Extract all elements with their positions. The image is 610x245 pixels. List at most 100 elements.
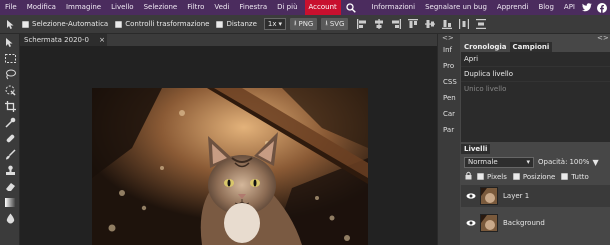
align-bottom-icon[interactable]	[441, 18, 453, 30]
align-center-h-icon[interactable]	[373, 18, 385, 30]
eraser-tool-button[interactable]	[0, 178, 20, 194]
menu-apprendi[interactable]: Apprendi	[492, 0, 534, 15]
chevron-down-icon: ▾	[278, 20, 283, 28]
scale-select[interactable]: 1x ▾	[263, 18, 287, 30]
brush-panel-button[interactable]: Pen	[438, 90, 460, 106]
account-button[interactable]: Account	[304, 0, 341, 15]
distances-option[interactable]: Distanze	[216, 20, 257, 28]
lock-icon	[465, 171, 472, 182]
menu-bar: File Modifica Immagine Livello Selezione…	[0, 0, 610, 15]
cat-photo-image	[92, 88, 368, 245]
twitter-icon[interactable]	[580, 0, 593, 15]
canvas-area[interactable]	[20, 46, 437, 245]
menu-vedi[interactable]: Vedi	[209, 0, 234, 15]
blur-tool-button[interactable]	[0, 210, 20, 226]
brush-icon	[5, 148, 16, 159]
distribute-v-icon[interactable]	[475, 18, 487, 30]
lock-pixels-option[interactable]: Pixels	[477, 173, 507, 181]
lock-pixels-checkbox[interactable]	[477, 173, 484, 180]
scale-value: 1x	[267, 20, 277, 28]
document-tab-bar: Schermata 2020-0 ×	[20, 34, 437, 46]
marquee-tool-button[interactable]	[0, 50, 20, 66]
lock-position-checkbox[interactable]	[512, 173, 520, 180]
lasso-tool-button[interactable]	[0, 66, 20, 82]
transform-controls-option[interactable]: Controlli trasformazione	[115, 20, 209, 28]
align-left-icon[interactable]	[356, 18, 368, 30]
crop-tool-button[interactable]	[0, 98, 20, 114]
gradient-tool-button[interactable]	[0, 194, 20, 210]
download-icon: ⭳	[294, 18, 297, 27]
paragraph-panel-button[interactable]: Par	[438, 122, 460, 138]
history-item[interactable]: Apri	[461, 52, 610, 67]
move-tool-button[interactable]	[0, 34, 20, 50]
quick-selection-tool-button[interactable]	[0, 82, 20, 98]
search-icon[interactable]	[344, 0, 358, 15]
align-top-icon[interactable]	[407, 18, 419, 30]
layer-row[interactable]: Background	[461, 212, 610, 234]
character-panel-button[interactable]: Car	[438, 106, 460, 122]
collapse-panel-button[interactable]: <>	[597, 34, 609, 42]
stamp-icon	[5, 165, 15, 175]
auto-select-checkbox[interactable]	[22, 20, 29, 28]
right-panel: <> Cronologia Campioni Apri Duplica live…	[461, 34, 610, 245]
properties-panel-button[interactable]: Pro	[438, 58, 460, 74]
clone-stamp-tool-button[interactable]	[0, 162, 20, 178]
opacity-label: Opacità:	[538, 158, 568, 166]
menu-livello[interactable]: Livello	[106, 0, 138, 15]
move-tool-icon	[6, 37, 13, 47]
export-svg-button[interactable]: ⭳ SVG	[321, 18, 349, 30]
menu-file[interactable]: File	[0, 0, 22, 15]
menu-filtro[interactable]: Filtro	[182, 0, 209, 15]
facebook-icon[interactable]	[595, 0, 608, 15]
export-png-button[interactable]: ⭳ PNG	[290, 18, 318, 30]
menu-di-piu[interactable]: Di più	[272, 0, 302, 15]
distances-checkbox[interactable]	[216, 20, 224, 28]
lasso-icon	[5, 69, 16, 79]
lock-all-checkbox[interactable]	[561, 173, 569, 180]
eye-icon[interactable]	[464, 193, 478, 199]
triangle-down-icon[interactable]: ▼	[592, 158, 598, 167]
lock-position-option[interactable]: Posizione	[512, 173, 555, 181]
mini-panels-column: <> Inf Pro CSS Pen Car Par	[437, 34, 460, 245]
collapse-mini-button[interactable]: <>	[442, 34, 454, 42]
menu-immagine[interactable]: Immagine	[61, 0, 106, 15]
auto-select-option[interactable]: Selezione-Automatica	[22, 20, 108, 28]
transform-controls-checkbox[interactable]	[115, 20, 123, 28]
options-bar: Selezione-Automatica Controlli trasforma…	[0, 15, 610, 34]
layers-tab-bar: Livelli	[461, 144, 610, 154]
menu-api[interactable]: API	[559, 0, 580, 15]
close-icon[interactable]: ×	[99, 34, 105, 46]
quick-selection-icon	[5, 85, 16, 96]
menu-finestra[interactable]: Finestra	[234, 0, 272, 15]
layer-controls: Normale ▾ Opacità: 100% ▼	[461, 155, 610, 169]
eyedropper-icon	[4, 117, 15, 128]
css-panel-button[interactable]: CSS	[438, 74, 460, 90]
document-image[interactable]	[92, 88, 368, 245]
menu-segnalare-bug[interactable]: Segnalare un bug	[420, 0, 492, 15]
opacity-value[interactable]: 100%	[569, 158, 589, 166]
eye-icon[interactable]	[464, 220, 478, 226]
lock-all-option[interactable]: Tutto	[561, 173, 589, 181]
info-panel-button[interactable]: Inf	[438, 42, 460, 58]
distribute-h-icon[interactable]	[458, 18, 470, 30]
history-item[interactable]: Unico livello	[461, 82, 610, 97]
layer-row[interactable]: Layer 1	[461, 185, 610, 207]
layer-thumbnail	[480, 187, 498, 205]
menu-blog[interactable]: Blog	[533, 0, 558, 15]
document-tab[interactable]: Schermata 2020-0 ×	[20, 34, 107, 46]
move-tool-icon	[5, 18, 17, 30]
eyedropper-tool-button[interactable]	[0, 114, 20, 130]
align-middle-v-icon[interactable]	[424, 18, 436, 30]
tab-swatches[interactable]: Campioni	[509, 42, 553, 52]
history-item[interactable]: Duplica livello	[461, 67, 610, 82]
healing-tool-button[interactable]	[0, 130, 20, 146]
menu-modifica[interactable]: Modifica	[22, 0, 61, 15]
align-right-icon[interactable]	[390, 18, 402, 30]
blend-mode-value: Normale	[468, 158, 498, 166]
tab-history[interactable]: Cronologia	[461, 42, 510, 52]
brush-tool-button[interactable]	[0, 146, 20, 162]
menu-selezione[interactable]: Selezione	[139, 0, 183, 15]
tab-layers[interactable]: Livelli	[461, 144, 491, 154]
blend-mode-select[interactable]: Normale ▾	[464, 156, 534, 168]
menu-informazioni[interactable]: Informazioni	[367, 0, 420, 15]
